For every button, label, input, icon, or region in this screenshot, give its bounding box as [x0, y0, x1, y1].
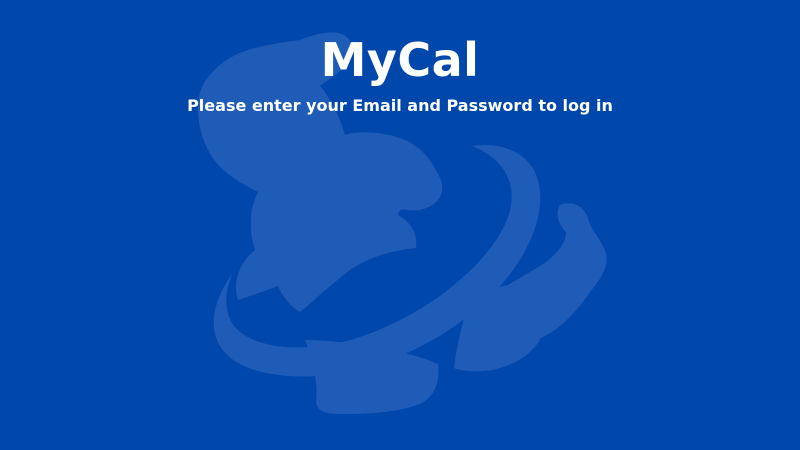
login-instruction: Please enter your Email and Password to …: [187, 96, 613, 115]
app-title: MyCal: [320, 33, 480, 87]
login-screen: MyCal Please enter your Email and Passwo…: [0, 0, 800, 450]
